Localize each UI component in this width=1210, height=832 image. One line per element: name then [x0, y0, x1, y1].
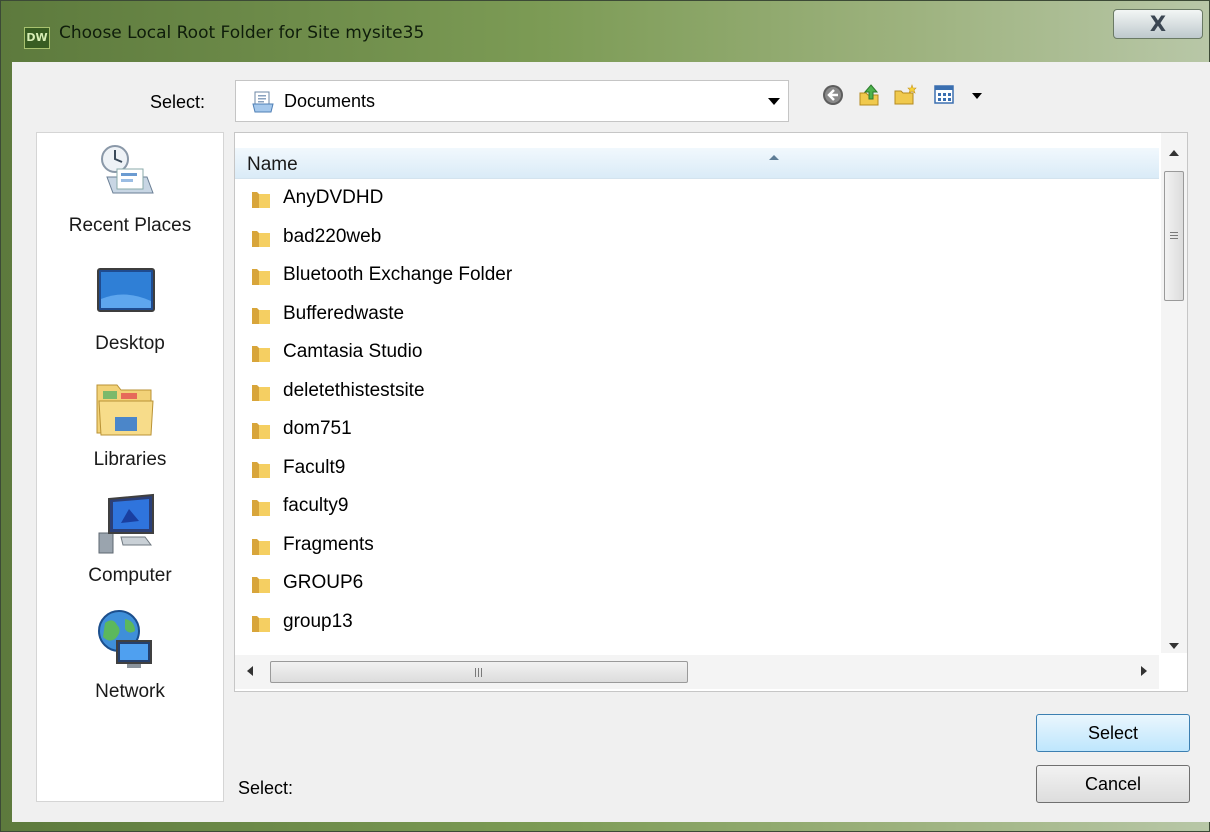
look-in-dropdown[interactable]: Documents [235, 80, 789, 122]
column-header-label: Name [247, 154, 298, 175]
folder-name: Camtasia Studio [283, 341, 423, 362]
desktop-icon [97, 268, 155, 312]
place-desktop[interactable]: Desktop [37, 261, 223, 377]
libraries-icon [96, 384, 154, 436]
place-label: Computer [88, 565, 172, 586]
folder-name-label: Select: [238, 778, 294, 798]
back-icon[interactable] [821, 83, 845, 107]
documents-library-icon [252, 91, 274, 113]
folder-name: group13 [283, 610, 353, 632]
folder-icon [252, 230, 270, 247]
folder-name: Bluetooth Exchange Folder [283, 264, 513, 285]
folder-row[interactable]: Facult9 [235, 449, 1159, 488]
look-in-label: Select: [150, 92, 206, 112]
vertical-scrollbar[interactable] [1161, 133, 1187, 653]
folder-row[interactable]: Fragments [235, 526, 1159, 565]
folder-icon [252, 346, 270, 362]
dialog-title: Choose Local Root Folder for Site mysite… [59, 23, 425, 43]
folder-icon [252, 500, 270, 516]
select-button[interactable]: Select [1036, 714, 1190, 752]
folder-rows: AnyDVDHD bad220web Bluetooth Exchange Fo… [235, 179, 1159, 649]
grip-line [1170, 238, 1178, 239]
place-label: Desktop [95, 333, 165, 354]
folder-icon [252, 577, 270, 593]
dreamweaver-app-icon: DW [24, 27, 50, 49]
grip-line [481, 668, 482, 677]
close-button[interactable]: X [1113, 9, 1203, 39]
folder-name: bad220web [283, 225, 382, 247]
grip-line [478, 668, 479, 677]
title-bar[interactable]: DW Choose Local Root Folder for Site mys… [1, 1, 1209, 61]
place-recent-places[interactable]: Recent Places [37, 143, 223, 259]
folder-name: dom751 [283, 418, 352, 439]
grip-line [475, 668, 476, 677]
folder-row[interactable]: iwmdata [235, 641, 1159, 649]
cancel-button[interactable]: Cancel [1036, 765, 1190, 803]
scroll-right-arrow-icon[interactable] [1141, 666, 1147, 676]
horizontal-scroll-thumb[interactable] [270, 661, 688, 683]
horizontal-scrollbar[interactable] [235, 655, 1159, 689]
folder-row[interactable]: deletethistestsite [235, 372, 1159, 411]
folder-name: Fragments [283, 533, 374, 555]
place-label: Recent Places [68, 215, 192, 236]
folder-name: AnyDVDHD [283, 187, 384, 208]
scroll-left-arrow-icon[interactable] [247, 666, 253, 676]
place-label: Libraries [93, 449, 167, 470]
network-icon [98, 610, 152, 668]
folder-name: faculty9 [283, 495, 349, 516]
folder-icon [252, 461, 270, 478]
dropdown-arrow-icon[interactable] [768, 98, 780, 105]
folder-name: GROUP6 [283, 572, 364, 593]
folder-row[interactable]: Bluetooth Exchange Folder [235, 256, 1159, 295]
folder-icon [252, 423, 270, 439]
folder-row[interactable]: AnyDVDHD [235, 179, 1159, 218]
file-list: Name AnyDVDHD bad220web Bluetooth Exchan… [234, 132, 1188, 692]
folder-row[interactable]: group13 [235, 603, 1159, 642]
folder-name: deletethistestsite [283, 379, 425, 401]
folder-row[interactable]: bad220web [235, 218, 1159, 257]
view-dropdown-arrow-icon[interactable] [972, 93, 982, 99]
place-label: Network [95, 681, 165, 702]
folder-name: Facult9 [283, 456, 346, 478]
grip-line [1170, 232, 1178, 233]
up-one-level-icon[interactable] [857, 83, 881, 107]
folder-icon [252, 384, 270, 401]
folder-icon [252, 192, 270, 208]
folder-row[interactable]: Bufferedwaste [235, 295, 1159, 334]
folder-row[interactable]: GROUP6 [235, 564, 1159, 603]
look-in-selected: Documents [284, 91, 376, 111]
sort-ascending-icon [769, 155, 779, 160]
folder-icon [252, 615, 270, 632]
scroll-up-arrow-icon[interactable] [1169, 150, 1179, 156]
folder-row[interactable]: faculty9 [235, 487, 1159, 526]
scroll-down-arrow-icon[interactable] [1169, 643, 1179, 649]
view-menu-icon[interactable] [933, 83, 957, 107]
vertical-scroll-thumb[interactable] [1164, 171, 1184, 301]
place-network[interactable]: Network [37, 609, 223, 725]
create-new-folder-icon[interactable] [893, 83, 917, 107]
folder-row[interactable]: dom751 [235, 410, 1159, 449]
folder-icon [252, 269, 270, 285]
dialog-body: Select: Documents Recent Places Desktop … [12, 62, 1210, 822]
folder-icon [252, 307, 270, 324]
place-libraries[interactable]: Libraries [37, 377, 223, 493]
folder-row[interactable]: Camtasia Studio [235, 333, 1159, 372]
grip-line [1170, 235, 1178, 236]
choose-folder-dialog: DW Choose Local Root Folder for Site mys… [0, 0, 1210, 832]
recent-places-icon [101, 145, 154, 194]
folder-icon [252, 538, 270, 555]
places-bar: Recent Places Desktop Libraries Computer… [36, 132, 224, 802]
name-column-header[interactable]: Name [235, 148, 1159, 179]
computer-icon [98, 493, 154, 554]
place-computer[interactable]: Computer [37, 493, 223, 609]
folder-name: Bufferedwaste [283, 302, 405, 324]
